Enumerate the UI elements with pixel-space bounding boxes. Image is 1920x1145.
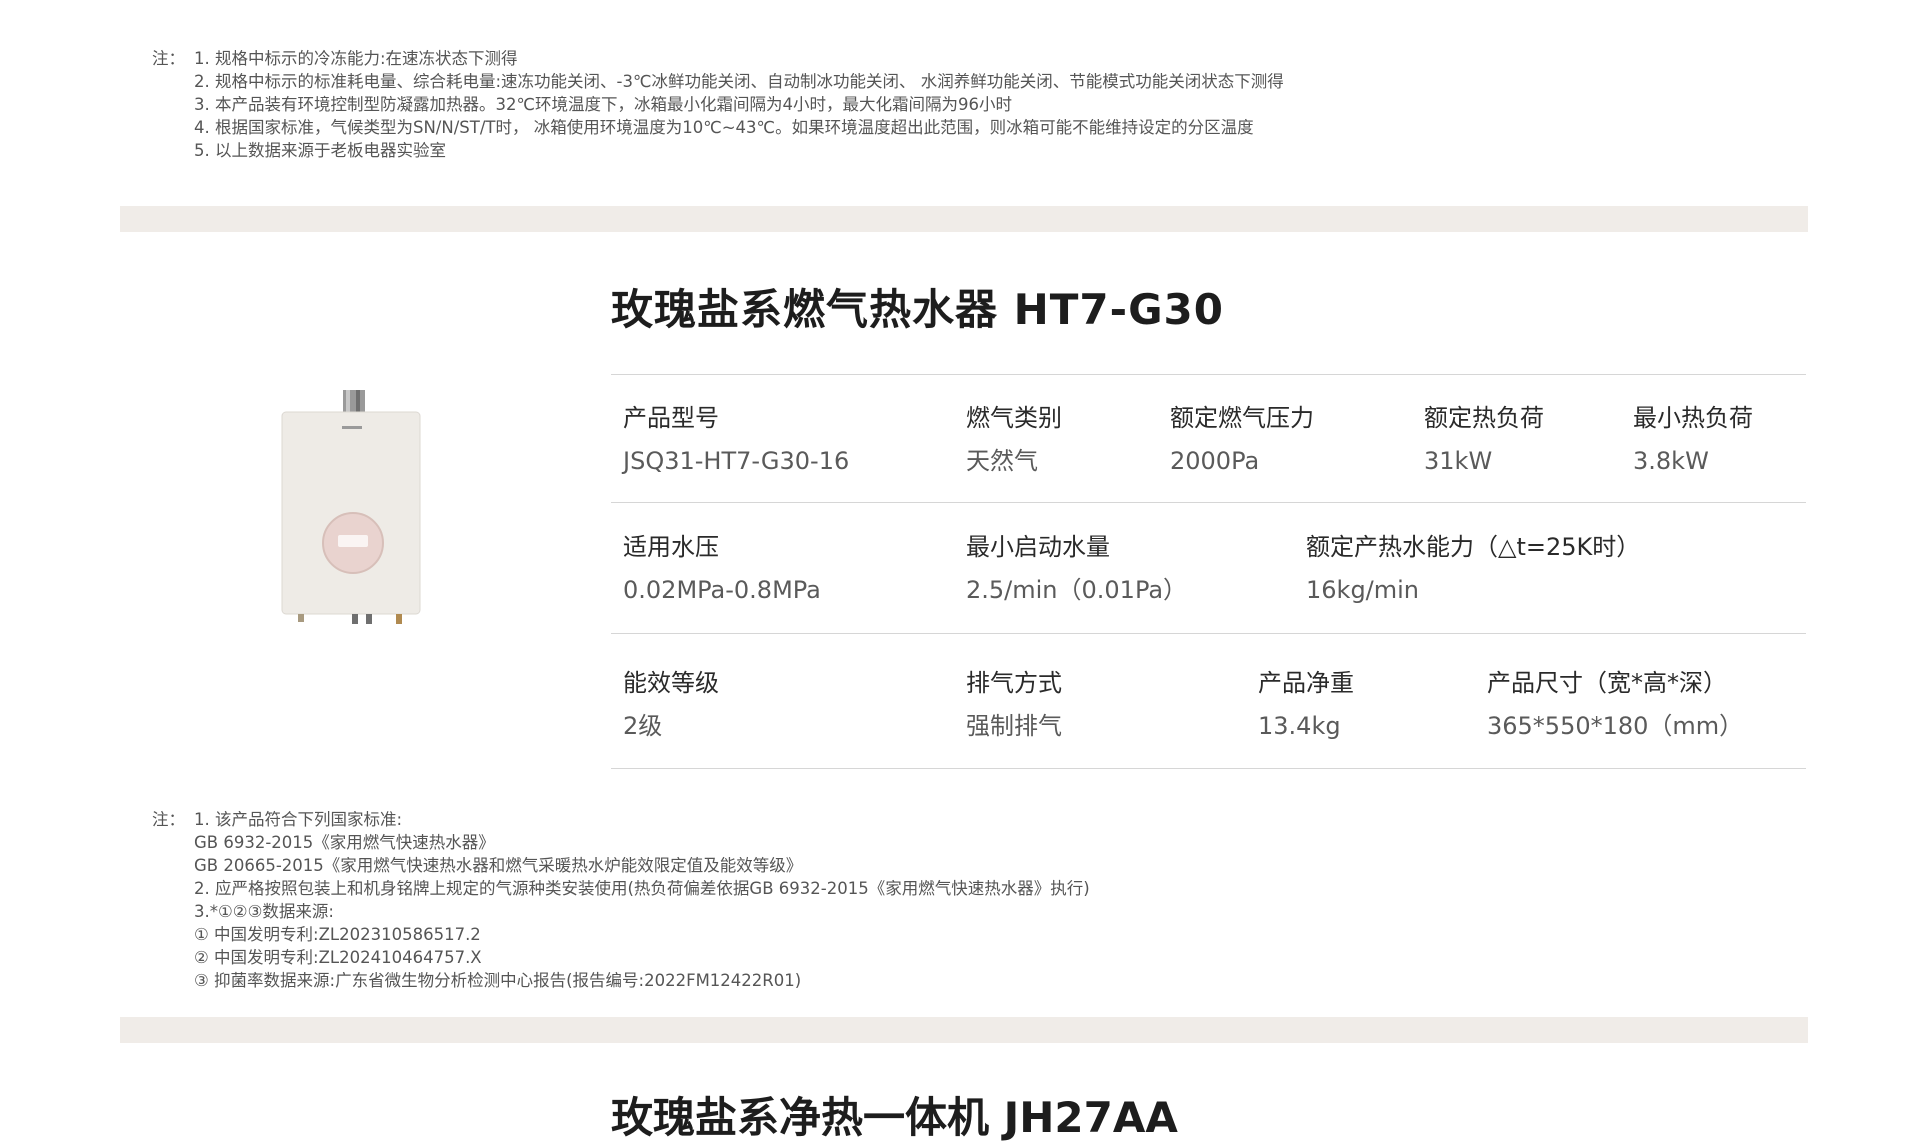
water-heater-image	[281, 390, 421, 624]
spec-value: 3.8kW	[1633, 447, 1709, 475]
divider	[611, 768, 1806, 769]
spec-value: 2000Pa	[1170, 447, 1260, 475]
spec-key: 燃气类别	[966, 404, 1062, 432]
spec-key: 能效等级	[623, 669, 719, 697]
note-label: 注：	[152, 49, 185, 68]
note-line: 4. 根据国家标准，气候类型为SN/N/ST/T时， 冰箱使用环境温度为10℃~…	[152, 116, 1284, 139]
spec-key: 最小热负荷	[1633, 404, 1753, 432]
spec-value: 0.02MPa-0.8MPa	[623, 576, 821, 604]
note-text: 2. 应严格按照包装上和机身铭牌上规定的气源种类安装使用(热负荷偏差依据GB 6…	[194, 879, 1090, 898]
note-line: ③ 抑菌率数据来源:广东省微生物分析检测中心报告(报告编号:2022FM1242…	[152, 969, 1090, 992]
note-label: 注：	[152, 810, 185, 829]
spec-key: 额定产热水能力（△t=25K时）	[1306, 533, 1641, 561]
note-line: 3. 本产品装有环境控制型防凝露加热器。32℃环境温度下，冰箱最小化霜间隔为4小…	[152, 93, 1284, 116]
spec-gas-type: 燃气类别 天然气	[966, 403, 1062, 476]
spec-dimensions: 产品尺寸（宽*高*深） 365*550*180（mm）	[1487, 668, 1743, 741]
spec-water-pressure: 适用水压 0.02MPa-0.8MPa	[623, 532, 821, 605]
product-title: 玫瑰盐系燃气热水器 HT7-G30	[611, 285, 1224, 334]
spec-value: 16kg/min	[1306, 576, 1420, 604]
note-text: 3. 本产品装有环境控制型防凝露加热器。32℃环境温度下，冰箱最小化霜间隔为4小…	[194, 95, 1013, 114]
note-text: ② 中国发明专利:ZL202410464757.X	[194, 948, 482, 967]
spec-key: 产品型号	[623, 404, 719, 432]
note-line: 2. 规格中标示的标准耗电量、综合耗电量:速冻功能关闭、-3℃冰鲜功能关闭、自动…	[152, 70, 1284, 93]
spec-value: 2.5/min（0.01Pa）	[966, 576, 1188, 604]
note-line: 注： 1. 规格中标示的冷冻能力:在速冻状态下测得	[152, 47, 1284, 70]
spec-efficiency-grade: 能效等级 2级	[623, 668, 719, 741]
section-divider-band	[120, 1017, 1808, 1043]
note-text: 5. 以上数据来源于老板电器实验室	[194, 141, 446, 160]
note-text: 1. 规格中标示的冷冻能力:在速冻状态下测得	[194, 49, 518, 68]
note-line: 注： 1. 该产品符合下列国家标准:	[152, 808, 1090, 831]
spec-model: 产品型号 JSQ31-HT7-G30-16	[623, 403, 849, 476]
spec-value: JSQ31-HT7-G30-16	[623, 447, 850, 475]
notes-top: 注： 1. 规格中标示的冷冻能力:在速冻状态下测得 2. 规格中标示的标准耗电量…	[152, 47, 1284, 162]
spec-value: 2级	[623, 712, 663, 740]
spec-value: 强制排气	[966, 712, 1062, 740]
note-text: ③ 抑菌率数据来源:广东省微生物分析检测中心报告(报告编号:2022FM1242…	[194, 971, 802, 990]
note-line: 3.*①②③数据来源:	[152, 900, 1090, 923]
note-text: ① 中国发明专利:ZL202310586517.2	[194, 925, 481, 944]
spec-exhaust-type: 排气方式 强制排气	[966, 668, 1062, 741]
spec-key: 排气方式	[966, 669, 1062, 697]
note-text: 2. 规格中标示的标准耗电量、综合耗电量:速冻功能关闭、-3℃冰鲜功能关闭、自动…	[194, 72, 1284, 91]
note-line: 5. 以上数据来源于老板电器实验室	[152, 139, 1284, 162]
spec-key: 产品尺寸（宽*高*深）	[1487, 669, 1727, 697]
spec-key: 适用水压	[623, 533, 719, 561]
spec-value: 31kW	[1424, 447, 1493, 475]
note-line: GB 6932-2015《家用燃气快速热水器》	[152, 831, 1090, 854]
note-line: ② 中国发明专利:ZL202410464757.X	[152, 946, 1090, 969]
spec-net-weight: 产品净重 13.4kg	[1258, 668, 1354, 741]
note-text: 1. 该产品符合下列国家标准:	[194, 810, 403, 829]
spec-value: 365*550*180（mm）	[1487, 712, 1744, 740]
notes-product: 注： 1. 该产品符合下列国家标准: GB 6932-2015《家用燃气快速热水…	[152, 808, 1090, 992]
spec-min-start-water: 最小启动水量 2.5/min（0.01Pa）	[966, 532, 1187, 605]
spec-heat-load: 额定热负荷 31kW	[1424, 403, 1544, 476]
spec-key: 产品净重	[1258, 669, 1354, 697]
note-text: GB 6932-2015《家用燃气快速热水器》	[194, 833, 495, 852]
section-divider-band	[120, 206, 1808, 232]
spec-value: 13.4kg	[1258, 712, 1341, 740]
note-line: ① 中国发明专利:ZL202310586517.2	[152, 923, 1090, 946]
divider	[611, 374, 1806, 375]
divider	[611, 502, 1806, 503]
spec-key: 额定热负荷	[1424, 404, 1544, 432]
spec-key: 额定燃气压力	[1170, 404, 1314, 432]
note-line: 2. 应严格按照包装上和机身铭牌上规定的气源种类安装使用(热负荷偏差依据GB 6…	[152, 877, 1090, 900]
note-text: 3.*①②③数据来源:	[194, 902, 334, 921]
spec-min-heat-load: 最小热负荷 3.8kW	[1633, 403, 1753, 476]
note-line: GB 20665-2015《家用燃气快速热水器和燃气采暖热水炉能效限定值及能效等…	[152, 854, 1090, 877]
spec-gas-pressure: 额定燃气压力 2000Pa	[1170, 403, 1314, 476]
spec-hot-water-capacity: 额定产热水能力（△t=25K时） 16kg/min	[1306, 532, 1640, 605]
next-product-title: 玫瑰盐系净热一体机 JH27AA	[611, 1093, 1178, 1142]
divider	[611, 633, 1806, 634]
note-text: 4. 根据国家标准，气候类型为SN/N/ST/T时， 冰箱使用环境温度为10℃~…	[194, 118, 1254, 137]
note-text: GB 20665-2015《家用燃气快速热水器和燃气采暖热水炉能效限定值及能效等…	[194, 856, 803, 875]
spec-key: 最小启动水量	[966, 533, 1110, 561]
spec-value: 天然气	[966, 447, 1038, 475]
